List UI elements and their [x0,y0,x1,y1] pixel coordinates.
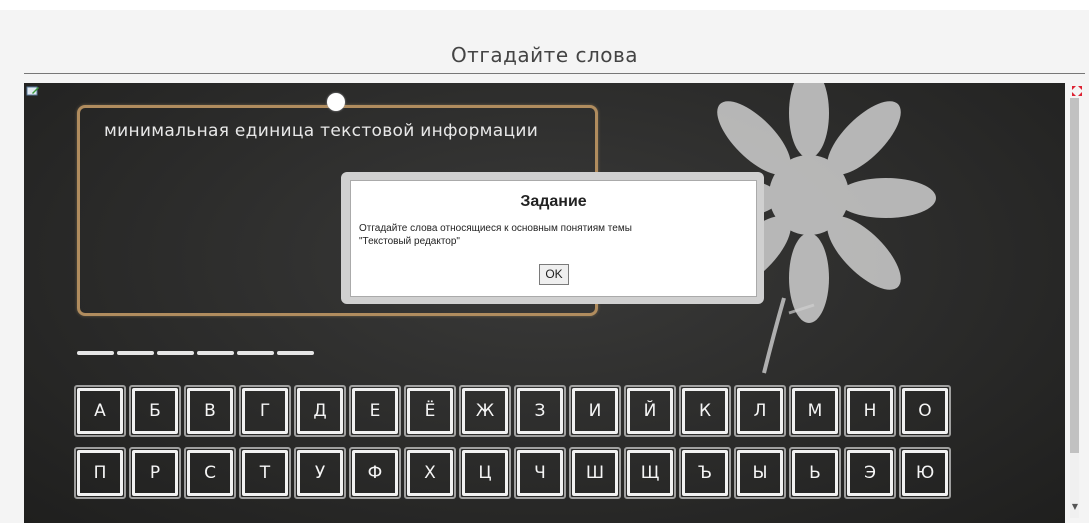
answer-slot [157,351,194,355]
dialog-text-line: "Текстовый редактор" [359,236,460,247]
clue-text: минимальная единица текстовой информации [104,121,539,141]
keyboard-row-2: П Р С Т У Ф Х Ц Ч Ш Щ Ъ Ы Ь Э Ю [74,447,951,499]
header: Отгадайте слова [0,0,1089,83]
letter-key[interactable]: П [74,447,126,499]
letter-key[interactable]: Х [404,447,456,499]
letter-key[interactable]: Ь [789,447,841,499]
answer-slot [237,351,274,355]
ok-button[interactable]: OK [539,264,569,285]
answer-slot [77,351,114,355]
letter-key[interactable]: Р [129,447,181,499]
letter-key[interactable]: В [184,385,236,437]
keyboard-row-1: А Б В Г Д Е Ё Ж З И Й К Л М Н О [74,385,951,437]
letter-key[interactable]: Ч [514,447,566,499]
letter-key[interactable]: И [569,385,621,437]
letter-key[interactable]: Ц [459,447,511,499]
header-divider [24,73,1085,74]
letter-key[interactable]: Ю [899,447,951,499]
letter-key[interactable]: Т [239,447,291,499]
page-title: Отгадайте слова [450,43,639,67]
letter-key[interactable]: А [74,385,126,437]
letter-key[interactable]: Ё [404,385,456,437]
letter-key[interactable]: Ф [349,447,401,499]
dialog-text-line: Отгадайте слова относящиеся к основным п… [359,223,632,234]
letter-key[interactable]: М [789,385,841,437]
letter-key[interactable]: Н [844,385,896,437]
letter-key[interactable]: К [679,385,731,437]
letter-key[interactable]: Ы [734,447,786,499]
scroll-down-icon[interactable]: ▼ [1070,502,1080,512]
letter-key[interactable]: С [184,447,236,499]
letter-key[interactable]: Д [294,385,346,437]
edit-icon[interactable] [26,85,40,97]
letter-key[interactable]: Е [349,385,401,437]
letter-key[interactable]: Й [624,385,676,437]
letter-key[interactable]: Ш [569,447,621,499]
fullscreen-icon[interactable] [1072,86,1082,96]
letter-key[interactable]: Щ [624,447,676,499]
letter-key[interactable]: О [899,385,951,437]
pin-icon [327,93,345,111]
task-dialog: Задание Отгадайте слова относящиеся к ос… [350,180,757,297]
letter-key[interactable]: Б [129,385,181,437]
dialog-title: Задание [520,193,587,210]
letter-key[interactable]: Ъ [679,447,731,499]
letter-key[interactable]: З [514,385,566,437]
letter-key[interactable]: Э [844,447,896,499]
header-top-bar [0,0,1089,10]
answer-slot [117,351,154,355]
answer-slot [197,351,234,355]
letter-key[interactable]: Ж [459,385,511,437]
letter-key[interactable]: У [294,447,346,499]
letter-key[interactable]: Л [734,385,786,437]
scrollbar-thumb[interactable] [1070,98,1079,453]
dialog-text: Отгадайте слова относящиеся к основным п… [359,222,739,248]
answer-slots [77,351,314,357]
letter-key[interactable]: Г [239,385,291,437]
answer-slot [277,351,314,355]
